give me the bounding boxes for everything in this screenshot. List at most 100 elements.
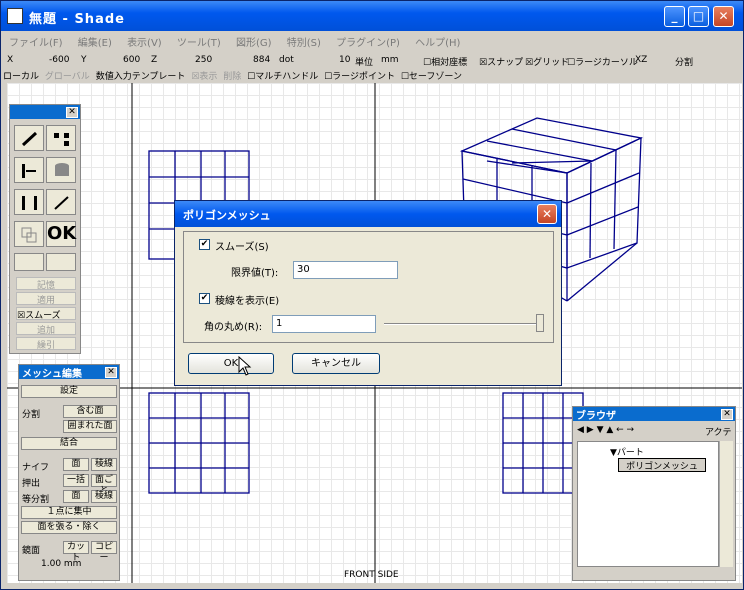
large-cursor-checkbox[interactable]: ☐ラージカーソル [567,55,638,68]
tree-item-polygon-mesh[interactable]: ポリゴンメッシュ [618,458,706,472]
extrude-all-button[interactable]: 一括 [63,474,89,487]
large-point-checkbox[interactable]: ☐ラージポイント [324,69,395,82]
remember-button[interactable]: 記憶 [16,277,76,291]
copy-icon [21,227,37,243]
menu-plugin[interactable]: プラグイン(P) [330,32,406,51]
menu-shape[interactable]: 図形(G) [230,32,278,51]
back-icon[interactable]: ◀ ▶ ▼ ▲ ← → [577,425,634,435]
dialog-close-button[interactable]: ✕ [537,204,557,224]
extrude-per-face-button[interactable]: 面ごと [91,474,117,496]
local-button[interactable]: ローカル [3,69,39,82]
move-tool-button[interactable] [14,157,44,183]
y-value[interactable]: 600 [123,55,140,65]
join-button[interactable]: 結合 [21,437,117,450]
add-button[interactable]: 追加 [16,322,76,336]
coordinate-bar: X -600 Y 600 Z 250 884 dot 10 単位 mm ☐相対座… [3,53,741,69]
numeric-template-button[interactable]: 数値入力テンプレート [96,69,186,82]
safe-zone-checkbox[interactable]: ☐セーフゾーン [401,69,462,82]
browser-header[interactable]: ブラウザ ✕ [573,407,735,422]
menu-tool[interactable]: ツール(T) [171,32,227,51]
dot-label: dot [279,55,294,65]
show-edges-label: 稜線を表示(E) [215,296,280,307]
z-value[interactable]: 250 [195,55,212,65]
split-select[interactable]: 分割 [675,55,693,68]
unit-select[interactable]: mm [381,55,399,65]
equal-split-edge-button[interactable]: 稜線 [91,490,117,503]
include-face-button[interactable]: 含む面 [63,405,117,418]
equal-split-face-button[interactable]: 面 [63,490,89,503]
peak-tool-button[interactable] [14,253,44,271]
grid-value[interactable]: 10 [339,55,350,65]
copy-tool-button[interactable] [14,221,44,247]
cylinder-tool-button[interactable] [46,157,76,183]
show-edges-checkbox[interactable]: ✔ [199,293,210,304]
knife-edge-button[interactable]: 稜線 [91,458,117,471]
mirror-copy-button[interactable]: コピー [91,541,117,563]
round-input[interactable]: 1 [272,315,376,333]
unit-label: 単位 [355,58,374,68]
menu-view[interactable]: 表示(V) [121,32,168,51]
browser-palette: ブラウザ✕ ◀ ▶ ▼ ▲ ← → アクティ ▼パート ポリゴンメッシュ [572,406,736,581]
wide-peak-tool-button[interactable] [46,253,76,271]
knife-label: ナイフ [22,463,50,473]
browser-scrollbar[interactable] [719,441,733,567]
round-slider-thumb[interactable] [536,314,544,332]
close-icon[interactable]: ✕ [105,367,117,378]
delete-button[interactable]: 削除 [223,69,241,82]
display-checkbox[interactable]: ☒表示 [191,69,217,82]
dialog-title[interactable]: ポリゴンメッシュ [175,201,561,227]
title-bar[interactable]: 無題 - Shade _ □ ✕ [1,1,743,31]
menu-help[interactable]: ヘルプ(H) [409,32,466,51]
window-title: 無題 - Shade [29,12,125,27]
grid-checkbox[interactable]: ☒グリッド [525,55,569,68]
browser-tree[interactable]: ▼パート ポリゴンメッシュ [577,441,719,567]
mesh-edit-header[interactable]: メッシュ編集 ✕ [19,365,119,380]
ok-dialog-button[interactable]: OK [188,353,274,374]
enclosed-face-button[interactable]: 囲まれた面 [63,420,117,433]
mirror-cut-button[interactable]: カット [63,541,89,563]
relative-checkbox[interactable]: ☐相対座標 [423,55,467,68]
one-point-button[interactable]: １点に集中 [21,506,117,519]
close-icon[interactable]: ✕ [66,107,78,118]
z-label: Z [151,55,158,65]
menu-edit[interactable]: 編集(E) [72,32,118,51]
cancel-dialog-button[interactable]: キャンセル [292,353,380,374]
pen-tool-button[interactable] [14,125,44,151]
snap-checkbox[interactable]: ☒スナップ [479,55,523,68]
mesh-edit-palette: メッシュ編集 ✕ 設定 分割 含む面 囲まれた面 結合 ナイフ 面 稜線 押出 一… [18,364,120,581]
plane-select[interactable]: XZ [635,55,647,65]
line-tool-button[interactable] [46,189,76,215]
x-value[interactable]: -600 [49,55,69,65]
dialog-group: ✔ スムーズ(S) 限界値(T): 30 ✔ 稜線を表示(E) 角の丸め(R):… [183,231,554,343]
cylinder-icon [55,163,69,176]
hierarchy-tool-button[interactable] [46,125,76,151]
stretch-face-button[interactable]: 面を張る・除く [21,521,117,534]
smooth-label: スムーズ(S) [215,242,269,253]
threshold-input[interactable]: 30 [293,261,398,279]
mesh-bottom-right [502,392,584,494]
close-button[interactable]: ✕ [713,6,734,27]
multi-handle-checkbox[interactable]: ☐マルチハンドル [247,69,318,82]
tool-palette-header[interactable]: ✕ [10,105,80,119]
knife-face-button[interactable]: 面 [63,458,89,471]
close-icon[interactable]: ✕ [721,409,733,420]
smooth-checkbox[interactable]: ☒スムーズ [16,307,76,321]
menu-file[interactable]: ファイル(F) [3,32,69,51]
round-slider-track[interactable] [384,323,544,325]
ok-button[interactable]: OK [46,221,76,247]
minimize-button[interactable]: _ [664,6,685,27]
w-value[interactable]: 884 [253,55,270,65]
menu-special[interactable]: 特別(S) [281,32,327,51]
tree-part[interactable]: ▼パート [610,445,644,458]
scale-tool-button[interactable] [14,189,44,215]
pull-button[interactable]: 繰引 [16,337,76,351]
x-label: X [7,55,14,65]
mirror-value[interactable]: 1.00 mm [41,559,81,569]
settings-button[interactable]: 設定 [21,385,117,398]
maximize-button[interactable]: □ [688,6,709,27]
smooth-checkbox-box[interactable]: ✔ [199,239,210,250]
apply-button[interactable]: 適用 [16,292,76,306]
global-button[interactable]: グローバル [45,69,90,82]
arrow-icon [54,196,69,210]
split-label: 分割 [22,410,41,420]
